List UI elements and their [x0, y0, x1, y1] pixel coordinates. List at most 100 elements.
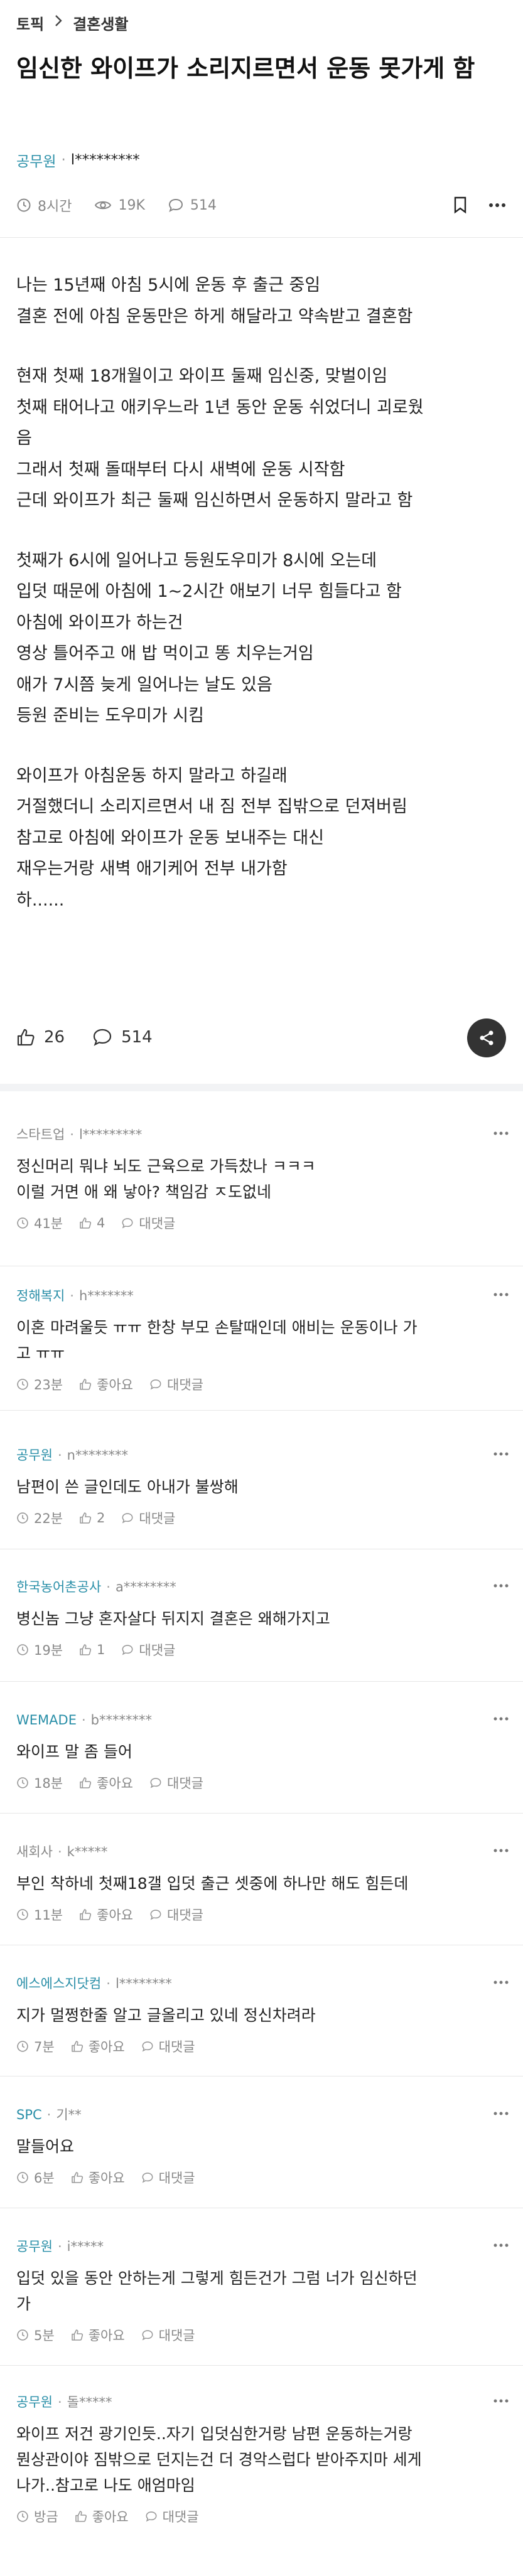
more-options-button[interactable] [488, 203, 506, 208]
comment-company[interactable]: 공무원 [16, 2238, 53, 2255]
comment-like-button[interactable]: 좋아요 [71, 2168, 125, 2187]
comment-like-button[interactable]: 좋아요 [71, 2037, 125, 2056]
comment-author[interactable]: WEMADE · b******** [16, 1711, 512, 1729]
comment-like-count: 좋아요 [88, 2171, 125, 2186]
comment-more-button[interactable] [493, 1843, 509, 1855]
post-line: 나는 15년째 아침 5시에 운동 후 출근 중임 [16, 275, 321, 295]
comment-line: 가 [16, 2295, 31, 2313]
post-line: 재우는거랑 새벽 애기케어 전부 내가함 [16, 859, 288, 879]
post-line: 참고로 아침에 와이프가 운동 보내주는 대신 [16, 828, 325, 848]
post-line: 현재 첫째 18개월이고 와이프 둘째 임신중, 맞벌이임 [16, 366, 388, 386]
comment-time-text: 18분 [34, 1776, 63, 1791]
author-separator: · [106, 1579, 111, 1595]
comment-company[interactable]: 공무원 [16, 2393, 53, 2411]
comment-like-button[interactable]: 좋아요 [79, 1375, 133, 1394]
author-company[interactable]: 공무원 [16, 149, 56, 171]
comment-icon [122, 1645, 133, 1655]
comment-more-button[interactable] [493, 2238, 509, 2250]
comment-more-button[interactable] [493, 2106, 509, 2118]
comment-item: 새회사 · k***** 부인 착하네 첫째18갤 입덧 출근 셋중에 하나만 … [16, 1843, 512, 1924]
comment-reply-label: 대댓글 [158, 2328, 195, 2343]
comment-reply-button[interactable]: 대댓글 [149, 1905, 203, 1924]
comment-company[interactable]: SPC [16, 2106, 42, 2124]
author-separator: · [61, 152, 66, 168]
post-paragraph: 현재 첫째 18개월이고 와이프 둘째 임신중, 맞벌이임 첫째 태어나고 애키… [16, 361, 512, 516]
comment-line: 와이프 저건 광기인듯..자기 입덧심한거랑 남편 운동하는거랑 [16, 2425, 412, 2443]
comment-author[interactable]: 공무원 · 돌***** [16, 2393, 512, 2411]
comment-author[interactable]: 한국농어촌공사 · a******** [16, 1578, 512, 1596]
comment-reply-button[interactable]: 대댓글 [149, 1375, 203, 1394]
comment-author[interactable]: 공무원 · i***** [16, 2238, 512, 2255]
share-button[interactable] [467, 1018, 506, 1057]
comment-reply-button[interactable]: 대댓글 [121, 1640, 175, 1659]
comment-more-button[interactable] [493, 1446, 509, 1458]
post-comment-button[interactable]: 514 [92, 1028, 153, 1047]
comment-reply-button[interactable]: 대댓글 [121, 1214, 175, 1232]
comment-company[interactable]: WEMADE [16, 1711, 77, 1729]
comment-text: 와이프 저건 광기인듯..자기 입덧심한거랑 남편 운동하는거랑 뭔상관이야 짐… [16, 2421, 512, 2498]
breadcrumb-category[interactable]: 결혼생활 [73, 12, 128, 34]
comment-nickname: 돌***** [67, 2395, 112, 2410]
comment-more-button[interactable] [493, 2393, 509, 2405]
post-title: 임신한 와이프가 소리지르면서 운동 못가게 함 [16, 55, 475, 82]
comment-company[interactable]: 스타트업 [16, 1126, 65, 1143]
thumbs-up-icon [80, 1217, 92, 1229]
comment-company[interactable]: 에스에스지닷컴 [16, 1975, 101, 1992]
comment-reply-button[interactable]: 대댓글 [149, 1773, 203, 1792]
post-author[interactable]: 공무원 · l********* [16, 149, 140, 171]
comment-like-button[interactable]: 4 [79, 1216, 105, 1231]
comment-meta: 5분 좋아요 대댓글 [16, 2326, 512, 2344]
post-paragraph: 첫째가 6시에 일어나고 등원도우미가 8시에 오는데 입덧 때문에 아침에 1… [16, 545, 512, 732]
comment-reply-button[interactable]: 대댓글 [141, 2168, 195, 2187]
comment-more-button[interactable] [493, 1711, 509, 1723]
comment-author[interactable]: 공무원 · n******** [16, 1446, 512, 1464]
clock-icon [17, 198, 31, 212]
comment-like-button[interactable]: 좋아요 [75, 2507, 129, 2526]
comment-text: 입덧 있을 동안 안하는게 그렇게 힘든건가 그럼 너가 임신하던 가 [16, 2265, 512, 2317]
thumbs-up-icon [71, 2172, 83, 2183]
clock-icon [17, 2172, 28, 2183]
comment-meta: 11분 좋아요 대댓글 [16, 1905, 512, 1924]
comment-reply-button[interactable]: 대댓글 [141, 2037, 195, 2056]
author-separator: · [57, 2395, 62, 2410]
comment-company[interactable]: 새회사 [16, 1843, 53, 1861]
comment-reply-button[interactable]: 대댓글 [121, 1509, 175, 1527]
post-time: 8시간 [16, 195, 72, 215]
comment-line: 뭔상관이야 짐밖으로 던지는건 더 경악스럽다 받아주지마 세게 [16, 2450, 422, 2469]
comment-like-button[interactable]: 1 [79, 1642, 105, 1657]
comment-like-button[interactable]: 좋아요 [71, 2326, 125, 2344]
comment-more-button[interactable] [493, 1578, 509, 1590]
comment-author[interactable]: 에스에스지닷컴 · l******** [16, 1975, 512, 1992]
more-horizontal-icon [493, 1584, 509, 1588]
comment-author[interactable]: 스타트업 · l********* [16, 1126, 512, 1143]
comment-line: 병신놈 그냥 혼자살다 뒤지지 결혼은 왜해가지고 [16, 1610, 330, 1628]
comment-author[interactable]: 정해복지 · h******* [16, 1287, 512, 1305]
comment-like-button[interactable]: 좋아요 [79, 1905, 133, 1924]
comment-line: 와이프 말 좀 들어 [16, 1743, 132, 1761]
comment-author[interactable]: 새회사 · k***** [16, 1843, 512, 1861]
thumbs-up-icon [80, 1909, 92, 1920]
comment-like-button[interactable]: 2 [79, 1510, 105, 1526]
post-like-button[interactable]: 26 [16, 1028, 65, 1047]
comment-company[interactable]: 정해복지 [16, 1287, 65, 1305]
comment-more-button[interactable] [493, 1975, 509, 1987]
comment-more-button[interactable] [493, 1126, 509, 1138]
post-line: 와이프가 아침운동 하지 말라고 하길래 [16, 766, 288, 786]
thumbs-up-icon [75, 2511, 87, 2522]
comment-author[interactable]: SPC · 기** [16, 2106, 512, 2124]
post-paragraph: 와이프가 아침운동 하지 말라고 하길래 거절했더니 소리지르면서 내 짐 전부… [16, 761, 512, 916]
comment-reply-button[interactable]: 대댓글 [141, 2326, 195, 2344]
post-line: 첫째가 6시에 일어나고 등원도우미가 8시에 오는데 [16, 550, 377, 570]
comment-more-button[interactable] [493, 1287, 509, 1299]
author-separator: · [70, 1288, 74, 1303]
author-nickname: l********* [70, 152, 140, 168]
bookmark-button[interactable] [453, 196, 467, 214]
breadcrumb-topic[interactable]: 토픽 [16, 12, 44, 34]
comment-text: 말들어요 [16, 2134, 512, 2159]
comment-reply-button[interactable]: 대댓글 [145, 2507, 199, 2526]
comment-like-button[interactable]: 좋아요 [79, 1773, 133, 1792]
comment-company[interactable]: 공무원 [16, 1446, 53, 1464]
post-line: 아침에 와이프가 하는건 [16, 612, 183, 633]
comment-company[interactable]: 한국농어촌공사 [16, 1578, 101, 1596]
post-comments[interactable]: 514 [168, 198, 217, 213]
